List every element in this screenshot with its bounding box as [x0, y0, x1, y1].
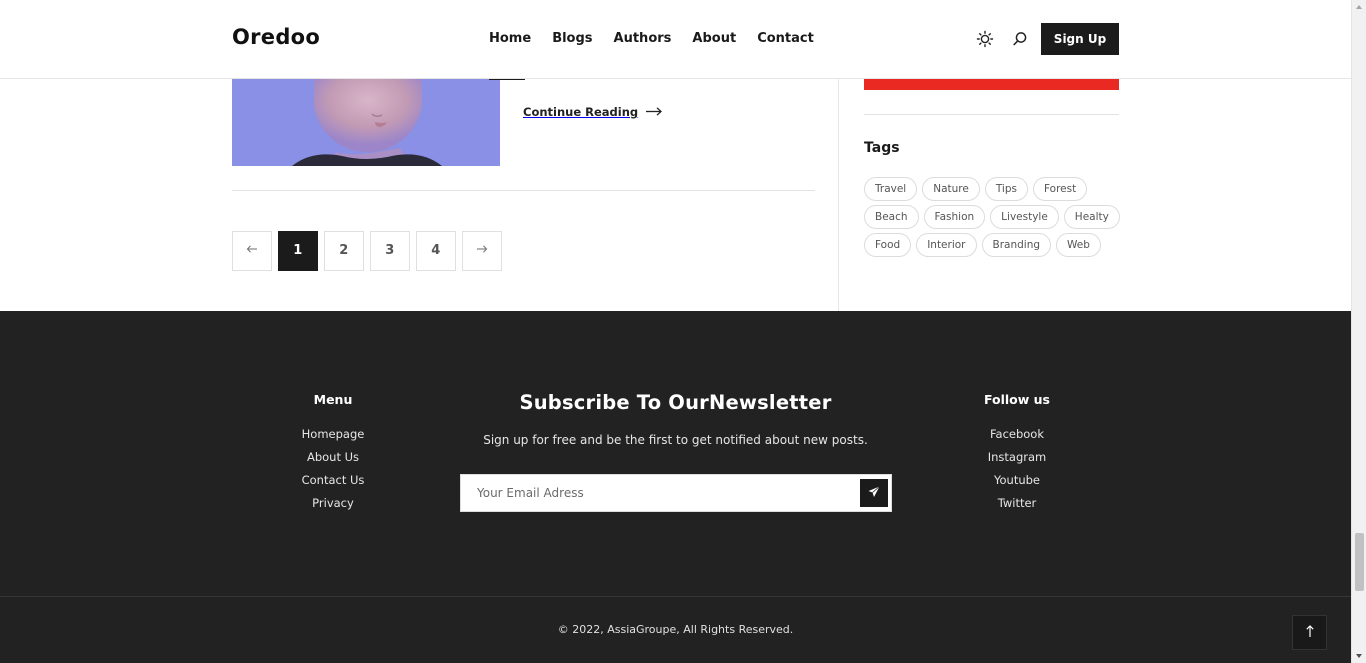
post-divider [232, 190, 815, 191]
sun-icon[interactable] [975, 29, 995, 49]
email-input[interactable] [461, 475, 856, 511]
tag-nature[interactable]: Nature [922, 177, 980, 201]
arrow-left-icon [246, 243, 258, 258]
copyright-text: © 2022, AssiaGroupe, All Rights Reserved… [557, 623, 794, 636]
footer-menu-title: Menu [313, 392, 353, 407]
newsletter-title: Subscribe To OurNewsletter [519, 391, 832, 414]
footer-link-contact-us[interactable]: Contact Us [302, 472, 365, 488]
scroll-up-arrow-icon[interactable] [1356, 5, 1362, 9]
arrow-right-icon [645, 103, 663, 121]
arrow-up-icon [1305, 624, 1315, 641]
tag-forest[interactable]: Forest [1032, 177, 1088, 201]
continue-reading-link[interactable]: Continue Reading [523, 103, 663, 121]
footer-follow-title: Follow us [983, 392, 1050, 407]
tags-list: Travel Nature Tips Forest Beach Fashion … [864, 177, 1124, 257]
newsletter-form [460, 474, 892, 512]
site-header: Oredoo Home Blogs Authors About Contact [0, 0, 1351, 79]
sign-up-button[interactable]: Sign Up [1041, 23, 1119, 55]
footer-link-facebook[interactable]: Facebook [990, 426, 1044, 442]
page-button-1[interactable]: 1 [278, 231, 318, 271]
arrow-right-icon [476, 243, 488, 258]
tag-interior[interactable]: Interior [916, 233, 977, 257]
prev-page-button[interactable] [232, 231, 272, 271]
nav-authors[interactable]: Authors [614, 31, 672, 46]
search-icon[interactable] [1010, 29, 1030, 49]
post-thumbnail[interactable] [232, 78, 500, 166]
tag-beach[interactable]: Beach [864, 205, 919, 229]
subscribe-button[interactable] [860, 479, 888, 507]
sidebar-red-banner[interactable] [864, 79, 1119, 90]
site-footer: Menu Homepage About Us Contact Us Privac… [0, 311, 1351, 663]
back-to-top-button[interactable] [1292, 615, 1327, 650]
footer-link-privacy[interactable]: Privacy [312, 495, 354, 511]
tag-fashion[interactable]: Fashion [923, 205, 986, 229]
tag-livestyle[interactable]: Livestyle [990, 205, 1059, 229]
nav-about[interactable]: About [692, 31, 736, 46]
footer-divider [0, 596, 1351, 597]
page-button-4[interactable]: 4 [416, 231, 456, 271]
footer-link-instagram[interactable]: Instagram [988, 449, 1047, 465]
tags-title: Tags [864, 140, 900, 156]
page-button-3[interactable]: 3 [370, 231, 410, 271]
nav-contact[interactable]: Contact [757, 31, 814, 46]
footer-link-youtube[interactable]: Youtube [994, 472, 1040, 488]
footer-follow-links: Facebook Instagram Youtube Twitter [968, 426, 1066, 511]
tag-tips[interactable]: Tips [984, 177, 1028, 201]
sidebar-divider [864, 114, 1119, 115]
page-scrollbar[interactable] [1351, 0, 1366, 663]
tag-food[interactable]: Food [864, 233, 912, 257]
tag-travel[interactable]: Travel [864, 177, 918, 201]
footer-link-homepage[interactable]: Homepage [302, 426, 365, 442]
nav-blogs[interactable]: Blogs [552, 31, 592, 46]
paper-plane-icon [868, 485, 880, 501]
footer-link-twitter[interactable]: Twitter [998, 495, 1037, 511]
nav-home[interactable]: Home [489, 31, 531, 46]
continue-reading-label: Continue Reading [523, 105, 639, 119]
scrollbar-thumb[interactable] [1355, 533, 1364, 591]
tag-branding[interactable]: Branding [981, 233, 1052, 257]
tag-web[interactable]: Web [1056, 233, 1101, 257]
tag-healty[interactable]: Healty [1063, 205, 1120, 229]
page-button-2[interactable]: 2 [324, 231, 364, 271]
sidebar-divider-vertical [838, 79, 839, 311]
newsletter-subtitle: Sign up for free and be the first to get… [483, 433, 868, 447]
footer-menu-links: Homepage About Us Contact Us Privacy [284, 426, 382, 511]
pagination: 1 2 3 4 [232, 231, 502, 271]
scroll-down-arrow-icon[interactable] [1356, 654, 1362, 658]
site-logo[interactable]: Oredoo [232, 25, 320, 49]
footer-link-about-us[interactable]: About Us [307, 449, 359, 465]
next-page-button[interactable] [462, 231, 502, 271]
main-nav: Home Blogs Authors About Contact [489, 31, 835, 46]
